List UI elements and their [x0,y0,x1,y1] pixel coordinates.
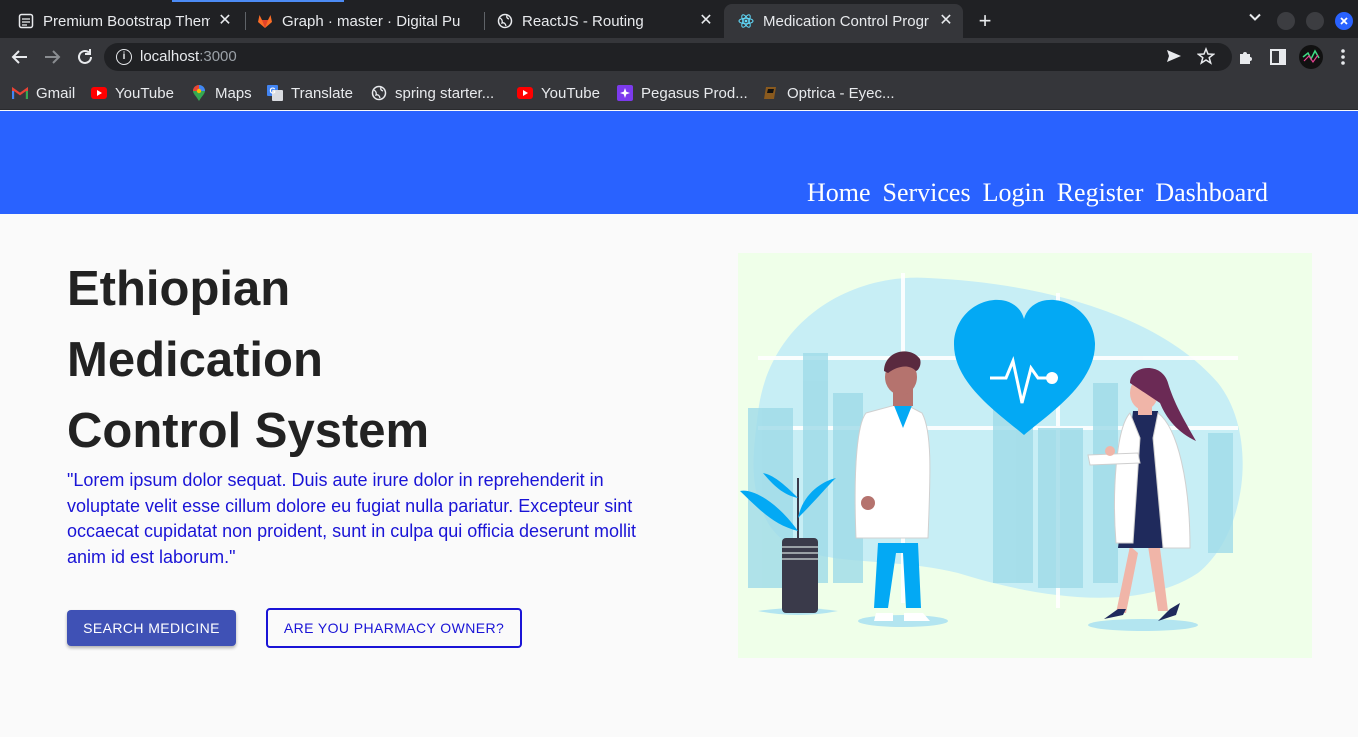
youtube-icon [517,85,533,101]
tab-search-chevron-icon[interactable] [1245,9,1265,29]
nav-link-home[interactable]: Home [807,178,871,208]
optrica-icon [763,85,779,101]
hero-title-line: Ethiopian [67,262,291,316]
back-arrow-icon[interactable] [10,47,30,67]
bookmark-star-icon[interactable] [1196,46,1216,67]
extensions-puzzle-icon[interactable] [1236,47,1256,67]
nav-link-register[interactable]: Register [1057,178,1144,208]
react-icon [738,13,754,29]
maps-icon [191,85,207,101]
bookmark-label: Translate [291,84,353,102]
nav-link-dashboard[interactable]: Dashboard [1155,178,1268,208]
bookmark-label: YouTube [541,84,600,102]
bookmark-gmail[interactable]: Gmail [12,83,75,103]
bookmark-label: Gmail [36,84,76,102]
bookmark-label: spring starter... [395,84,495,102]
pegasus-icon [617,85,633,101]
youtube-icon [91,85,107,101]
bookmark-optrica[interactable]: Optrica - Eyec... [763,83,895,103]
tab-title: Graph · master · Digital Pu [282,12,461,30]
browser-tab-medication-active[interactable]: Medication Control Progr ✕ [724,4,963,38]
doctors-illustration [738,253,1312,658]
reload-icon[interactable] [75,47,95,67]
translate-icon: G [267,85,283,101]
bookmark-label: Pegasus Prod... [641,84,748,102]
bookmark-pegasus[interactable]: Pegasus Prod... [617,83,748,103]
nav-link-login[interactable]: Login [983,178,1045,208]
minimize-window-button[interactable] [1277,12,1295,30]
close-window-button[interactable] [1335,12,1353,30]
globe-icon [371,85,387,101]
tab-loading-indicator [172,0,344,2]
tab-title: ReactJS - Routing [522,12,644,30]
bookmarks-bar: Gmail YouTube Maps G Translate spring st… [0,76,1358,110]
hero-description: "Lorem ipsum dolor sequat. Duis aute iru… [67,470,637,567]
site-navbar: Home Services Login Register Dashboard [0,111,1358,214]
more-menu-icon[interactable] [1333,47,1353,67]
hero-title-line: Control System [67,404,430,458]
new-tab-icon[interactable]: + [972,8,998,34]
doctors-heart-image [740,273,1243,631]
address-url: localhost:3000 [140,48,237,65]
close-icon [1340,17,1348,25]
browser-tab-routing[interactable]: ReactJS - Routing ✕ [483,4,723,38]
nav-links: Home Services Login Register Dashboard [807,178,1268,208]
tab-close-icon[interactable]: ✕ [937,12,955,30]
forward-arrow-icon[interactable] [42,47,62,67]
hero-title: Ethiopian Medication Control System [67,254,667,467]
bookmark-youtube-2[interactable]: YouTube [517,83,600,103]
url-host: localhost [140,48,200,65]
browser-toolbar: i localhost:3000 [0,38,1358,76]
maximize-window-button[interactable] [1306,12,1324,30]
bootstrap-page-icon [18,13,34,29]
tab-close-icon[interactable]: ✕ [697,12,715,30]
url-port: :3000 [199,48,237,65]
tab-close-icon[interactable]: ✕ [216,12,234,30]
globe-icon [497,13,513,29]
tab-title: Premium Bootstrap Theme [43,12,210,30]
svg-text:G: G [270,87,276,96]
tab-title: Medication Control Progr [763,12,929,30]
gitlab-icon [257,13,273,29]
bookmark-label: YouTube [115,84,174,102]
bookmark-youtube[interactable]: YouTube [91,83,174,103]
send-tab-icon[interactable] [1164,47,1184,67]
browser-tab-strip: Premium Bootstrap Theme ✕ Graph · master… [0,0,1358,38]
bookmark-label: Maps [215,84,252,102]
bookmark-maps[interactable]: Maps [191,83,252,103]
bookmark-spring-starter[interactable]: spring starter... [371,83,494,103]
side-panel-icon[interactable] [1268,47,1288,67]
search-medicine-button[interactable]: SEARCH MEDICINE [67,610,236,646]
profile-avatar[interactable] [1299,45,1323,69]
browser-tab-bootstrap[interactable]: Premium Bootstrap Theme ✕ [4,4,242,38]
nav-link-services[interactable]: Services [883,178,971,208]
hero-title-line: Medication [67,333,323,387]
gmail-icon [12,85,28,101]
site-info-icon[interactable]: i [116,49,132,65]
pharmacy-owner-button[interactable]: ARE YOU PHARMACY OWNER? [266,608,522,648]
bookmark-translate[interactable]: G Translate [267,83,353,103]
browser-tab-gitlab[interactable]: Graph · master · Digital Pu [243,4,483,38]
bookmark-label: Optrica - Eyec... [787,84,895,102]
address-bar[interactable]: i localhost:3000 [104,43,1232,71]
